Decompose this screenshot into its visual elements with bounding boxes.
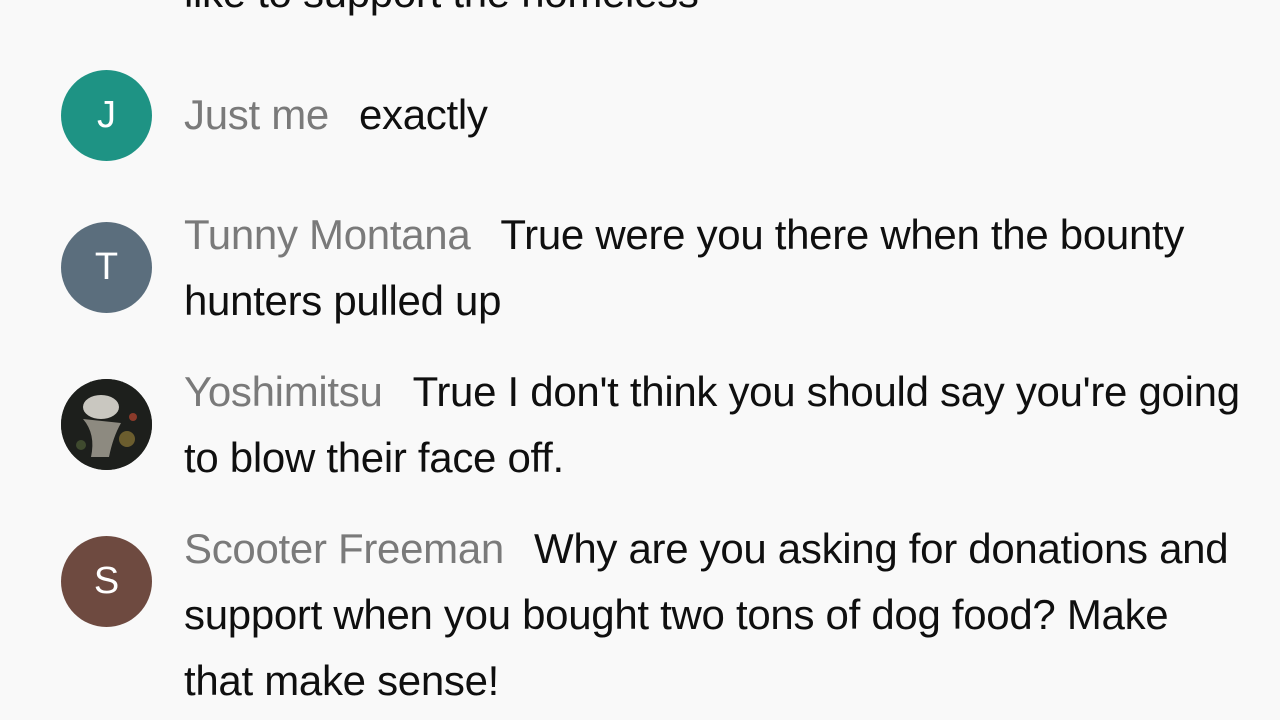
message-text: exactly	[358, 91, 488, 138]
message-body: Tunny Montana True were you there when th…	[184, 202, 1244, 334]
avatar-photo-icon	[61, 379, 152, 470]
message-body: Just me exactly	[184, 82, 1244, 148]
avatar[interactable]: S	[61, 536, 152, 627]
message-body: Yoshimitsu True I don't think you should …	[184, 359, 1244, 491]
avatar[interactable]: T	[61, 222, 152, 313]
message-body: like to support the homeless	[184, 0, 1244, 26]
author-name[interactable]: Just me	[184, 91, 329, 138]
avatar[interactable]: J	[61, 70, 152, 161]
message-body: Scooter Freeman Why are you asking for do…	[184, 516, 1244, 714]
author-name[interactable]: Scooter Freeman	[184, 525, 504, 572]
author-name[interactable]: Yoshimitsu	[184, 368, 383, 415]
live-chat-list: like to support the homeless J Just me ex…	[0, 0, 1280, 720]
avatar-image[interactable]	[61, 379, 152, 470]
message-text: like to support the homeless	[184, 0, 699, 16]
author-name[interactable]: Tunny Montana	[184, 211, 471, 258]
